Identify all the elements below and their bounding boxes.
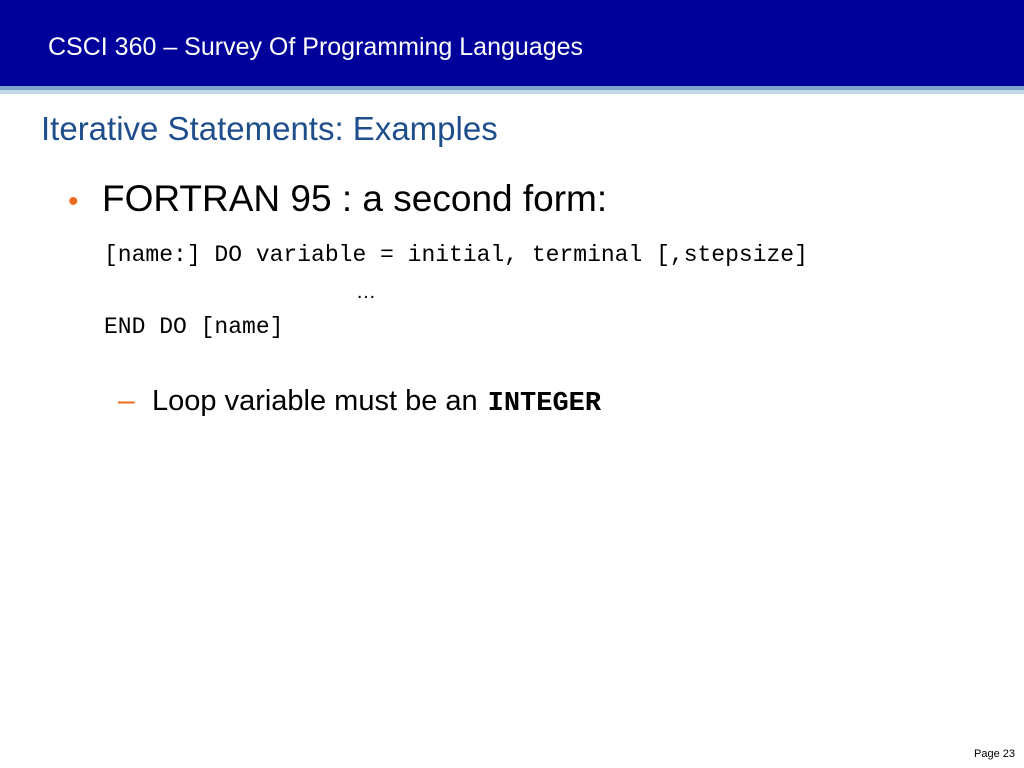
sub-bullet-keyword: INTEGER: [487, 389, 602, 419]
bullet-item: • FORTRAN 95 : a second form:: [68, 178, 607, 220]
page-number: Page 23: [974, 748, 1015, 760]
slide-title: Iterative Statements: Examples: [41, 110, 498, 147]
header-divider-light: [0, 90, 1024, 94]
code-line-2: …: [356, 281, 376, 303]
sub-bullet-marker: –: [118, 384, 135, 417]
sub-bullet-text: Loop variable must be an: [152, 385, 478, 417]
sub-bullet-item: – Loop variable must be an INTEGER: [118, 384, 601, 419]
code-line-1: [name:] DO variable = initial, terminal …: [104, 242, 808, 268]
bullet-text: FORTRAN 95 : a second form:: [102, 178, 608, 219]
header-bar: CSCI 360 – Survey Of Programming Languag…: [0, 0, 1024, 86]
code-line-3: END DO [name]: [104, 314, 284, 340]
course-title: CSCI 360 – Survey Of Programming Languag…: [48, 33, 583, 61]
slide: CSCI 360 – Survey Of Programming Languag…: [0, 0, 1024, 768]
bullet-marker: •: [68, 185, 79, 218]
